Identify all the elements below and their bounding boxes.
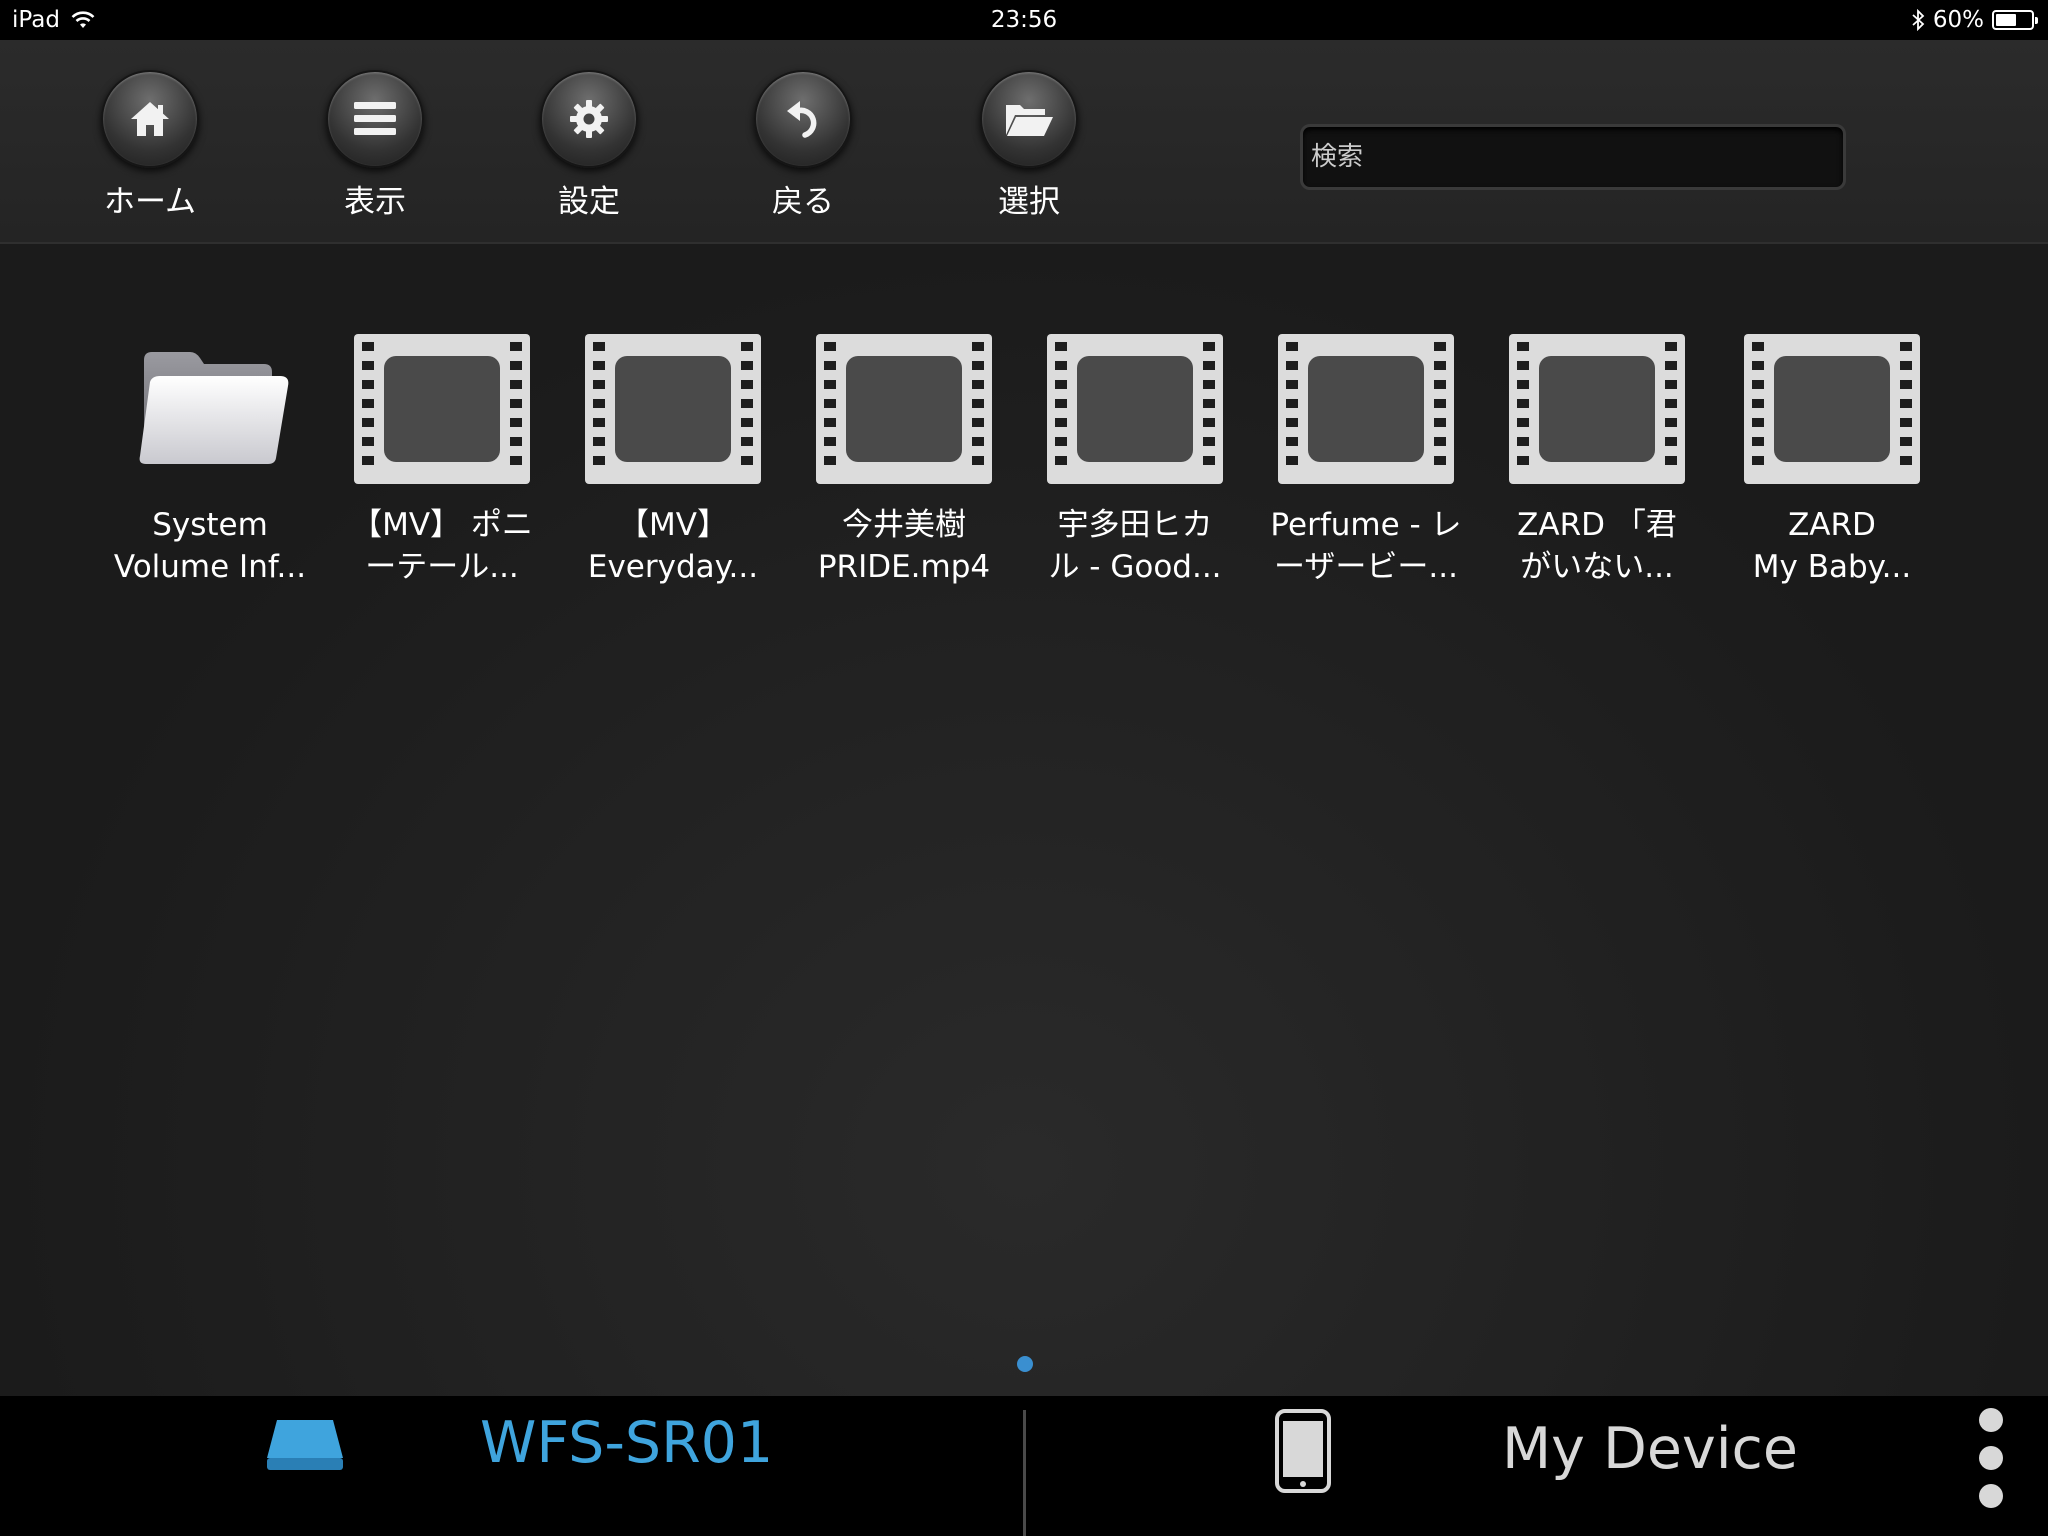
- more-vertical-icon[interactable]: [1976, 1408, 2006, 1522]
- list-icon: [354, 102, 396, 135]
- back-button-circle[interactable]: [754, 70, 852, 168]
- home-icon: [131, 102, 169, 136]
- file-name: ZARD My Baby...: [1752, 507, 1912, 585]
- select-button[interactable]: 選択: [939, 70, 1119, 221]
- file-name: ZARD 「君 がいない...: [1517, 507, 1677, 585]
- view-label: 表示: [344, 184, 406, 220]
- drive-icon: [267, 1420, 343, 1470]
- file-name: 【MV】 ポニ ーテール...: [351, 507, 533, 585]
- file-item-video[interactable]: 【MV】 ポニ ーテール...: [332, 334, 552, 588]
- file-item-folder[interactable]: System Volume Inf...: [100, 334, 320, 588]
- home-button[interactable]: ホーム: [60, 70, 240, 221]
- home-button-circle[interactable]: [101, 70, 199, 168]
- file-name: System Volume Inf...: [113, 507, 307, 585]
- search-input[interactable]: [1300, 124, 1846, 190]
- battery-percent: 60%: [1932, 7, 1984, 33]
- bottom-divider: [1023, 1410, 1026, 1536]
- battery-icon: [1992, 10, 2038, 30]
- film-icon: [1278, 334, 1454, 484]
- film-icon: [1509, 334, 1685, 484]
- file-item-video[interactable]: 【MV】 Everyday...: [563, 334, 783, 588]
- bluetooth-icon: [1912, 9, 1925, 31]
- home-label: ホーム: [103, 184, 197, 220]
- file-name: 【MV】 Everyday...: [587, 507, 759, 585]
- bottom-bar: WFS-SR01 My Device: [0, 1396, 2048, 1536]
- select-button-circle[interactable]: [980, 70, 1078, 168]
- status-bar: iPad 23:56 60%: [0, 0, 2048, 40]
- film-icon: [1047, 334, 1223, 484]
- clock: 23:56: [990, 7, 1058, 33]
- source-name-wfs: WFS-SR01: [480, 1410, 774, 1476]
- back-arrow-icon: [787, 101, 817, 138]
- back-button[interactable]: 戻る: [713, 70, 893, 221]
- film-icon: [354, 334, 530, 484]
- toolbar: ホーム 表示 設定 戻る 選択 検索: [0, 40, 2048, 244]
- phone-icon: [1275, 1409, 1331, 1493]
- battery-fill: [1996, 14, 2017, 26]
- back-label: 戻る: [772, 184, 834, 220]
- file-grid: System Volume Inf... 【MV】 ポニ ーテール... 【MV…: [0, 244, 2048, 1396]
- source-name-my-device: My Device: [1502, 1416, 1798, 1482]
- file-item-video[interactable]: ZARD 「君 がいない...: [1487, 334, 1707, 588]
- view-button-circle[interactable]: [326, 70, 424, 168]
- file-name: 今井美樹 PRIDE.mp4: [817, 507, 991, 585]
- folder-icon: [139, 352, 289, 464]
- settings-button[interactable]: 設定: [499, 70, 679, 221]
- open-folder-icon: [1006, 105, 1053, 136]
- file-name: 宇多田ヒカ ル - Good...: [1048, 507, 1222, 585]
- film-icon: [1744, 334, 1920, 484]
- file-item-video[interactable]: 今井美樹 PRIDE.mp4: [794, 334, 1014, 588]
- source-tab-wfs[interactable]: WFS-SR01: [250, 1396, 850, 1536]
- settings-button-circle[interactable]: [540, 70, 638, 168]
- film-icon: [816, 334, 992, 484]
- page-indicator-dot[interactable]: [1017, 1356, 1033, 1372]
- settings-label: 設定: [558, 184, 620, 220]
- file-item-video[interactable]: 宇多田ヒカ ル - Good...: [1025, 334, 1245, 588]
- film-icon: [585, 334, 761, 484]
- file-item-video[interactable]: ZARD My Baby...: [1722, 334, 1942, 588]
- file-name: Perfume - レ ーザービー...: [1270, 507, 1462, 585]
- select-label: 選択: [998, 184, 1060, 220]
- gear-icon: [570, 100, 608, 138]
- view-button[interactable]: 表示: [285, 70, 465, 221]
- source-tab-my-device[interactable]: My Device: [1260, 1396, 1820, 1536]
- file-item-video[interactable]: Perfume - レ ーザービー...: [1256, 334, 1476, 588]
